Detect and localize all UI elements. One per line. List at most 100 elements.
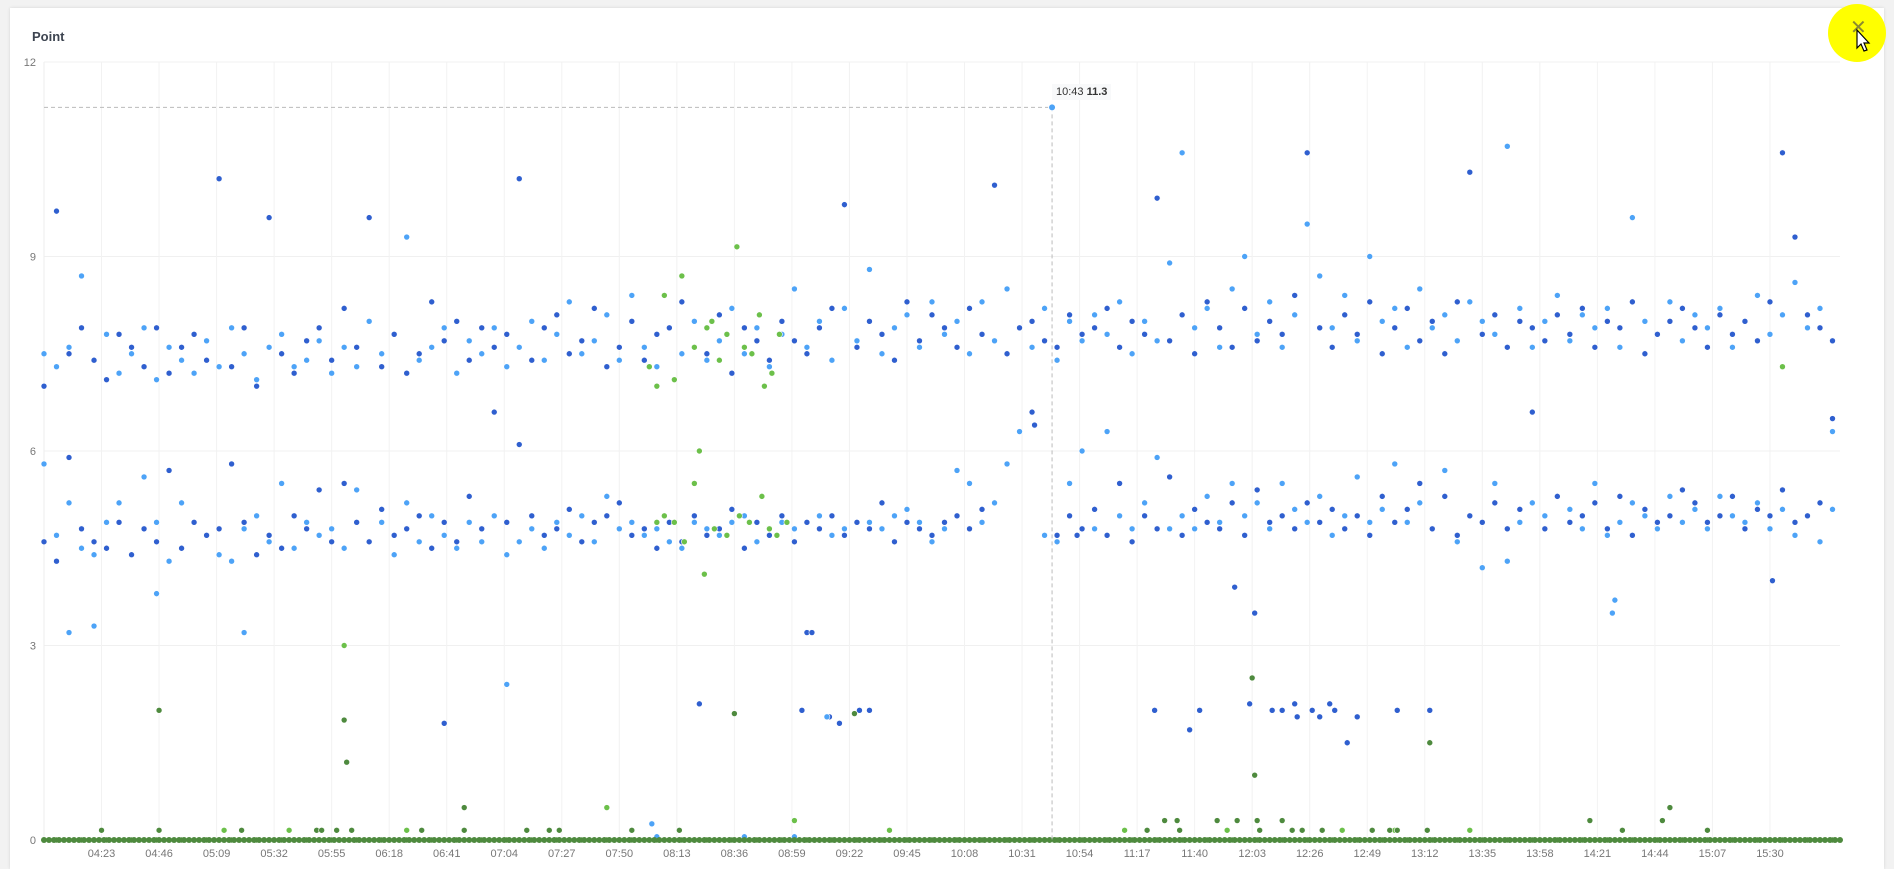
data-point[interactable] (1091, 525, 1098, 533)
data-point[interactable] (1666, 493, 1674, 500)
data-point[interactable] (1691, 499, 1699, 507)
data-point[interactable] (1153, 337, 1161, 345)
data-point[interactable] (503, 551, 511, 559)
data-point[interactable] (1428, 318, 1436, 325)
data-point[interactable] (453, 538, 461, 546)
data-point[interactable] (390, 330, 398, 338)
data-point[interactable] (1016, 428, 1023, 435)
data-point[interactable] (340, 642, 348, 649)
data-point[interactable] (1403, 506, 1411, 513)
data-point[interactable] (415, 538, 423, 546)
data-point[interactable] (591, 305, 598, 312)
data-point[interactable] (703, 350, 711, 358)
data-point[interactable] (465, 519, 473, 526)
data-point[interactable] (328, 356, 335, 364)
data-point[interactable] (165, 343, 173, 351)
data-point[interactable] (791, 337, 798, 345)
data-point[interactable] (1641, 318, 1649, 325)
data-point[interactable] (666, 324, 673, 332)
data-point[interactable] (340, 544, 348, 552)
data-point[interactable] (228, 324, 235, 332)
data-point[interactable] (1003, 285, 1011, 293)
data-point[interactable] (238, 826, 245, 834)
data-point[interactable] (1353, 713, 1361, 721)
data-point[interactable] (40, 538, 48, 546)
data-point[interactable] (803, 350, 811, 358)
data-point[interactable] (1504, 525, 1511, 533)
data-point[interactable] (1316, 324, 1324, 332)
data-point[interactable] (841, 525, 848, 533)
data-point[interactable] (653, 525, 661, 533)
data-point[interactable] (1791, 233, 1799, 241)
data-point[interactable] (708, 318, 716, 325)
data-point[interactable] (681, 538, 688, 546)
data-point[interactable] (1554, 493, 1561, 500)
data-point[interactable] (503, 519, 511, 526)
data-point[interactable] (115, 519, 123, 526)
data-point[interactable] (565, 531, 573, 539)
data-point[interactable] (1153, 525, 1161, 533)
data-point[interactable] (1278, 817, 1286, 824)
data-point[interactable] (578, 337, 586, 345)
data-point[interactable] (515, 175, 523, 182)
data-point[interactable] (555, 826, 563, 834)
data-point[interactable] (1453, 298, 1461, 306)
data-point[interactable] (1288, 826, 1296, 834)
data-point[interactable] (1516, 519, 1524, 526)
data-point[interactable] (290, 363, 298, 371)
data-point[interactable] (1704, 525, 1711, 533)
data-point[interactable] (1453, 538, 1461, 546)
data-point[interactable] (1403, 343, 1411, 351)
data-point[interactable] (1241, 253, 1248, 260)
data-point[interactable] (966, 480, 973, 487)
data-point[interactable] (53, 207, 60, 215)
data-point[interactable] (1516, 318, 1524, 325)
data-point[interactable] (353, 363, 360, 371)
data-point[interactable] (553, 525, 561, 533)
data-point[interactable] (1353, 337, 1361, 345)
data-point[interactable] (228, 460, 235, 468)
data-point[interactable] (828, 356, 836, 364)
data-point[interactable] (1579, 305, 1586, 312)
data-point[interactable] (490, 343, 498, 351)
data-point[interactable] (428, 343, 436, 351)
data-point[interactable] (1579, 311, 1586, 319)
data-point[interactable] (816, 525, 823, 533)
data-point[interactable] (340, 716, 348, 724)
data-point[interactable] (1619, 826, 1626, 834)
data-point[interactable] (1391, 460, 1399, 468)
data-point[interactable] (1216, 343, 1223, 351)
data-point[interactable] (415, 512, 423, 520)
data-point[interactable] (1791, 531, 1799, 539)
data-point[interactable] (265, 214, 273, 221)
data-point[interactable] (403, 525, 411, 533)
data-point[interactable] (1251, 609, 1258, 617)
data-point[interactable] (1103, 531, 1111, 539)
data-point[interactable] (978, 519, 986, 526)
data-point[interactable] (165, 557, 173, 565)
data-point[interactable] (1031, 421, 1038, 429)
data-point[interactable] (1278, 343, 1286, 351)
data-point[interactable] (1028, 318, 1036, 325)
data-point[interactable] (953, 512, 961, 520)
data-point[interactable] (128, 551, 135, 559)
data-point[interactable] (1529, 408, 1536, 416)
data-point[interactable] (776, 330, 783, 338)
data-point[interactable] (190, 519, 198, 526)
data-point[interactable] (628, 292, 636, 299)
data-point[interactable] (1829, 506, 1836, 513)
data-point[interactable] (65, 499, 73, 507)
data-point[interactable] (53, 531, 60, 539)
data-point[interactable] (1223, 826, 1231, 834)
data-point[interactable] (1041, 531, 1048, 539)
data-point[interactable] (1166, 525, 1173, 533)
data-point[interactable] (578, 538, 586, 546)
data-point[interactable] (1453, 531, 1461, 539)
data-point[interactable] (1704, 343, 1711, 351)
data-point[interactable] (773, 531, 781, 539)
data-point[interactable] (1216, 324, 1223, 332)
data-point[interactable] (1246, 700, 1253, 708)
data-point[interactable] (333, 826, 340, 834)
data-point[interactable] (646, 363, 653, 371)
data-point[interactable] (828, 305, 836, 312)
